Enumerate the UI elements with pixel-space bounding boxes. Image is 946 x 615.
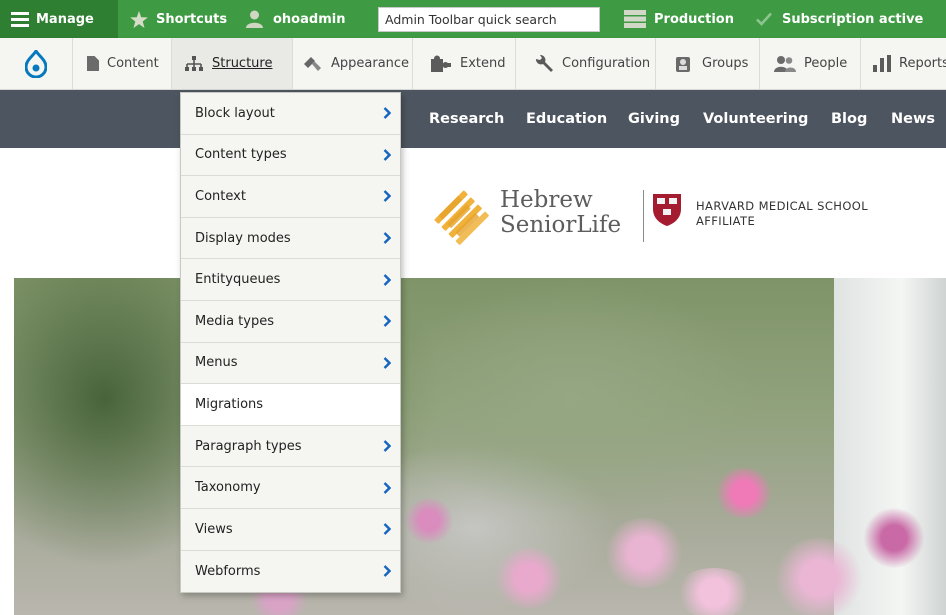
manage-button[interactable]: Manage	[0, 0, 118, 38]
nav-link-news[interactable]: News	[891, 90, 935, 148]
star-icon	[130, 10, 148, 28]
nav-link-research[interactable]: Research	[429, 90, 504, 148]
tray-item-people[interactable]: People	[760, 38, 861, 89]
menu-item-media-types[interactable]: Media types	[181, 301, 400, 343]
menu-item-block-layout[interactable]: Block layout	[181, 93, 400, 135]
hebrew-senior-life-wordmark[interactable]: Hebrew SeniorLife	[500, 188, 621, 238]
menu-item-context[interactable]: Context	[181, 176, 400, 218]
harvard-affiliate-text: HARVARD MEDICAL SCHOOL AFFILIATE	[696, 199, 868, 229]
file-icon	[87, 56, 99, 71]
chevron-right-icon	[383, 273, 391, 286]
menu-item-label: Context	[195, 188, 246, 204]
hms-line-2: AFFILIATE	[696, 214, 756, 228]
menu-item-label: Views	[195, 521, 233, 537]
hamburger-icon	[11, 11, 29, 27]
tray-item-reports[interactable]: Reports	[861, 38, 946, 89]
menu-item-webforms[interactable]: Webforms	[181, 551, 400, 593]
tray-item-label: Groups	[702, 56, 749, 71]
checkmark-icon	[756, 12, 772, 26]
paintbrush-icon	[303, 55, 323, 72]
menu-item-paragraph-types[interactable]: Paragraph types	[181, 426, 400, 468]
menu-item-views[interactable]: Views	[181, 509, 400, 551]
hsl-line-1: Hebrew	[500, 187, 593, 213]
chevron-right-icon	[383, 440, 391, 452]
user-icon	[246, 10, 263, 28]
hsl-line-2: SeniorLife	[500, 212, 622, 238]
menu-item-label: Entityqueues	[195, 272, 281, 288]
chevron-right-icon	[383, 481, 391, 494]
chevron-right-icon	[383, 565, 391, 578]
tray-item-extend[interactable]: Extend	[413, 38, 516, 89]
hebrew-senior-life-logo-mark[interactable]	[430, 186, 492, 252]
tray-item-label: Reports	[899, 56, 946, 71]
menu-item-label: Block layout	[195, 105, 275, 121]
tray-item-label: Extend	[460, 56, 506, 71]
shortcuts-button[interactable]: Shortcuts	[130, 0, 227, 38]
menu-item-migrations[interactable]: Migrations	[181, 384, 400, 426]
server-icon	[624, 10, 646, 28]
subscription-status[interactable]: Subscription active	[756, 0, 923, 38]
sitemap-icon	[184, 55, 204, 72]
nav-link-education[interactable]: Education	[526, 90, 607, 148]
harvard-shield-icon	[652, 193, 682, 231]
menu-item-label: Webforms	[195, 563, 261, 579]
tray-item-label: Content	[107, 56, 159, 71]
chevron-right-icon	[383, 357, 391, 369]
nav-link-volunteering[interactable]: Volunteering	[703, 90, 808, 148]
admin-quick-search-input[interactable]	[378, 7, 600, 32]
structure-dropdown-menu: Block layout Content types Context Displ…	[180, 92, 401, 594]
drupal-drop-icon	[25, 49, 47, 78]
shortcuts-label: Shortcuts	[156, 11, 228, 27]
menu-item-label: Migrations	[195, 396, 264, 412]
groups-icon	[674, 55, 694, 73]
wrench-icon	[534, 54, 554, 73]
tray-item-label: Structure	[212, 56, 273, 71]
menu-item-label: Media types	[195, 313, 274, 329]
admin-toolbar: Manage Shortcuts ohoadmin Production Sub…	[0, 0, 946, 38]
chevron-right-icon	[383, 232, 391, 244]
menu-item-label: Content types	[195, 147, 287, 163]
menu-item-label: Paragraph types	[195, 438, 302, 454]
manage-label: Manage	[36, 11, 94, 27]
chevron-right-icon	[383, 315, 391, 328]
chevron-right-icon	[383, 149, 391, 161]
logo-divider	[643, 190, 644, 242]
tray-item-label: Configuration	[562, 56, 651, 71]
site-header: Hebrew SeniorLife HARVARD MEDICAL SCHOOL…	[0, 148, 946, 278]
tray-item-label: Appearance	[331, 56, 410, 71]
puzzle-icon	[430, 55, 452, 73]
menu-item-menus[interactable]: Menus	[181, 343, 400, 385]
tray-item-label: People	[804, 56, 848, 71]
tray-item-content[interactable]: Content	[73, 38, 172, 89]
menu-item-display-modes[interactable]: Display modes	[181, 218, 400, 260]
hero-image	[14, 278, 946, 615]
tray-item-configuration[interactable]: Configuration	[516, 38, 656, 89]
tray-item-groups[interactable]: Groups	[656, 38, 760, 89]
tray-item-appearance[interactable]: Appearance	[293, 38, 413, 89]
chevron-right-icon	[383, 190, 391, 203]
tray-item-structure[interactable]: Structure	[172, 38, 293, 89]
menu-item-label: Taxonomy	[195, 480, 261, 496]
user-menu-button[interactable]: ohoadmin	[246, 0, 345, 38]
site-navigation: Research Education Giving Volunteering B…	[0, 90, 946, 148]
nav-link-blog[interactable]: Blog	[831, 90, 867, 148]
environment-label: Production	[654, 11, 734, 27]
nav-link-giving[interactable]: Giving	[628, 90, 680, 148]
user-label: ohoadmin	[273, 11, 346, 27]
chevron-right-icon	[383, 107, 391, 120]
hms-line-1: HARVARD MEDICAL SCHOOL	[696, 199, 869, 213]
menu-item-content-types[interactable]: Content types	[181, 135, 400, 177]
admin-tray: Content Structure Appearance Extend Conf…	[0, 38, 946, 90]
bar-chart-icon	[873, 55, 891, 72]
menu-item-label: Menus	[195, 355, 238, 371]
subscription-label: Subscription active	[782, 11, 924, 27]
menu-item-label: Display modes	[195, 230, 291, 246]
environment-indicator[interactable]: Production	[624, 0, 734, 38]
drupal-home-button[interactable]	[0, 38, 73, 89]
menu-item-taxonomy[interactable]: Taxonomy	[181, 467, 400, 509]
people-icon	[774, 55, 796, 73]
chevron-right-icon	[383, 523, 391, 536]
menu-item-entityqueues[interactable]: Entityqueues	[181, 259, 400, 301]
